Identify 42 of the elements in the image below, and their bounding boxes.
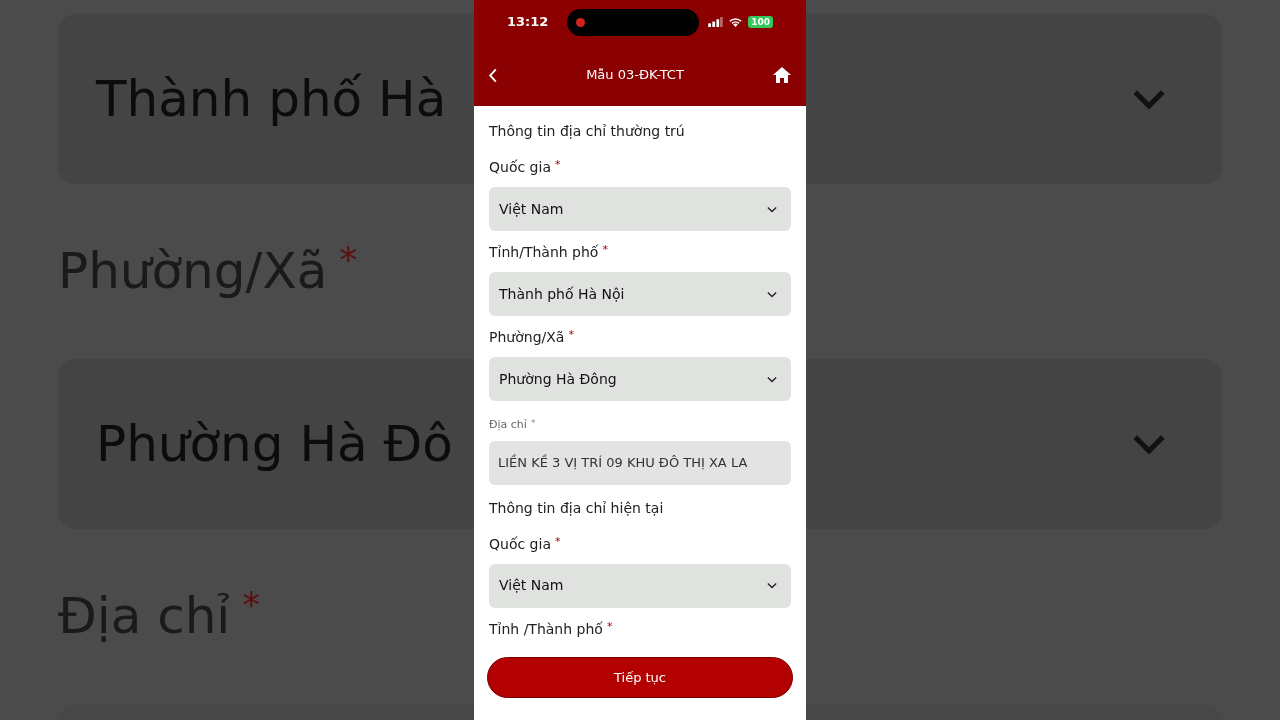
chevron-down-icon [767, 582, 777, 589]
required-mark: * [554, 533, 561, 550]
required-mark: * [554, 157, 561, 173]
field-label: Địa chỉ [489, 417, 527, 433]
required-mark: * [606, 618, 613, 635]
address-input[interactable]: LIỀN KỀ 3 VỊ TRÍ 09 KHU ĐÔ THỊ XA LA [489, 440, 791, 485]
dropdown-value: Việt Nam [499, 199, 564, 219]
section-title: Thông tin địa chỉ hiện tại [489, 498, 665, 518]
status-time: 13:12 [507, 13, 550, 32]
home-icon[interactable] [772, 66, 792, 84]
dropdown-field[interactable]: Thành phố Hà Nội [489, 272, 791, 316]
required-mark: * [242, 582, 261, 627]
dropdown-field[interactable]: Việt Nam [489, 563, 791, 608]
required-mark: * [530, 417, 536, 430]
battery-indicator: 100 [748, 16, 773, 28]
back-icon[interactable] [488, 67, 498, 83]
dropdown-value: Việt Nam [499, 576, 564, 595]
dropdown-value: Phường Hà Đông [499, 369, 617, 389]
section-title: Thông tin địa chỉ thường trú [489, 122, 686, 141]
field-label: Tỉnh/Thành phố [489, 243, 599, 262]
chevron-down-icon [1132, 433, 1166, 455]
dropdown-value: Thành phố Hà [96, 68, 447, 130]
required-mark: * [568, 327, 574, 343]
field-label: Tỉnh /Thành phố [489, 619, 603, 639]
signal-icon [708, 17, 724, 27]
field-label: Phường/Xã [489, 328, 565, 347]
wifi-icon [728, 16, 744, 28]
chevron-down-icon [1132, 88, 1166, 110]
required-mark: * [602, 242, 608, 258]
required-mark: * [339, 237, 358, 282]
dropdown-field[interactable]: Việt Nam [489, 187, 791, 231]
chevron-down-icon [767, 375, 777, 383]
dropdown-field[interactable]: Phường Hà Đông [489, 357, 791, 401]
dropdown-value: Thành phố Hà Nội [499, 284, 625, 304]
field-label: Quốc gia [489, 158, 551, 177]
chevron-down-icon [767, 205, 777, 213]
input-value: LIỀN KỀ 3 VỊ TRÍ 09 KHU ĐÔ THỊ XA LA [498, 453, 748, 472]
screen-title: Mẫu 03-ĐK-TCT [586, 66, 684, 85]
field-label: Quốc gia [489, 534, 551, 554]
continue-button[interactable]: Tiếp tục [487, 657, 793, 698]
chevron-down-icon [767, 290, 777, 298]
dropdown-value: Phường Hà Đô [96, 413, 453, 475]
